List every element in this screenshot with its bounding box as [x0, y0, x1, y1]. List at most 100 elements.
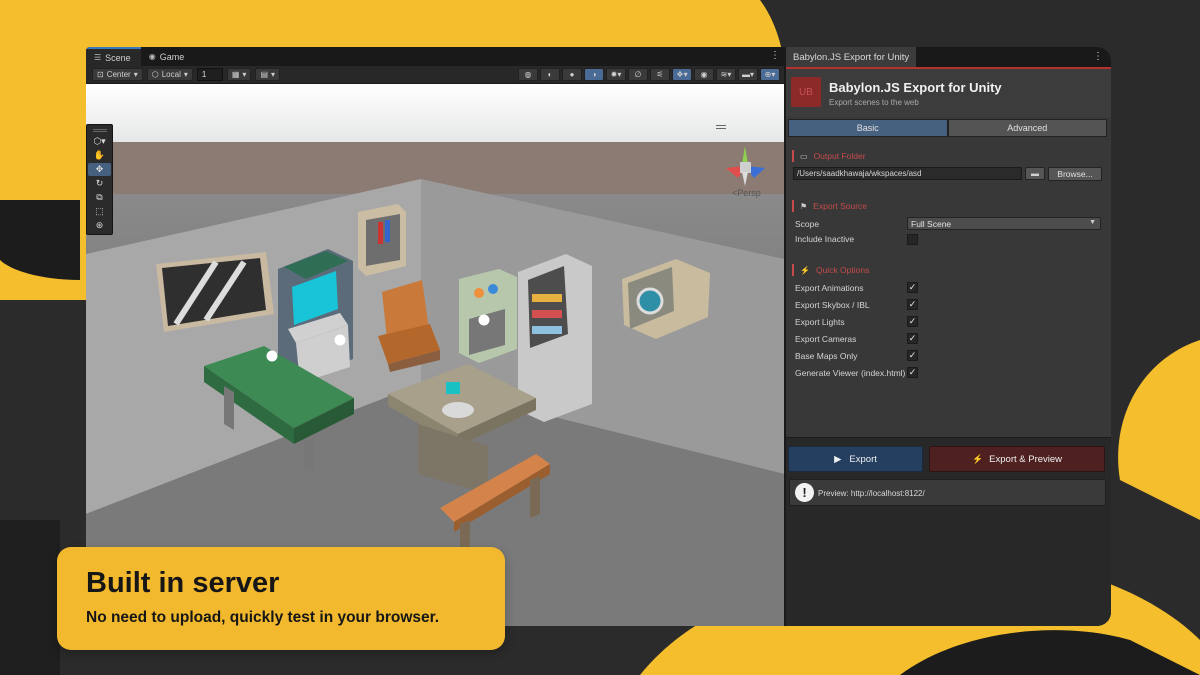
pivot-dropdown[interactable]: ⊡ Center ▾ [92, 68, 143, 81]
pivot-icon: ⊡ [97, 70, 104, 79]
effects-icon[interactable]: ❖▾ [672, 68, 692, 81]
hand-tool-icon[interactable]: ✋ [88, 149, 111, 162]
base-maps-only-checkbox[interactable]: ✓ [907, 350, 918, 361]
gamepad-icon: ◉ [148, 52, 156, 61]
camera-projection-label[interactable]: <Persp [732, 188, 761, 198]
lit-mode-icon[interactable]: ◑ [584, 68, 604, 81]
space-label: Local [161, 70, 181, 79]
tab-advanced[interactable]: Advanced [947, 119, 1107, 137]
scope-value: Full Scene [911, 218, 952, 229]
drag-handle-icon[interactable] [92, 129, 107, 132]
panel-header: UB Babylon.JS Export for Unity Export sc… [786, 69, 1111, 117]
move-tool-icon[interactable]: ✥ [88, 163, 111, 176]
overlay-menu-icon[interactable] [716, 125, 726, 129]
orientation-gizmo-icon[interactable] [718, 142, 776, 192]
export-button[interactable]: ▶ Export [788, 446, 923, 472]
option-label: Export Animations [795, 283, 864, 293]
section-export-source-title: Export Source [813, 201, 868, 211]
open-folder-button[interactable]: ▬ [1025, 167, 1045, 180]
visibility-icon[interactable]: ◉ [694, 68, 714, 81]
tab-scene[interactable]: ☰ Scene [86, 47, 141, 66]
section-export-source: ⚑ Export Source [792, 200, 867, 212]
folder-icon: ▭ [800, 151, 808, 161]
section-output-folder-title: Output Folder [813, 151, 866, 161]
shaded-mode-icon[interactable]: ● [562, 68, 582, 81]
export-preview-button[interactable]: ⚡ Export & Preview [929, 446, 1105, 472]
actions-area: ▶ Export ⚡ Export & Preview ! Preview: h… [786, 437, 1111, 626]
babylon-export-panel: Babylon.JS Export for Unity ⋮ UB Babylon… [786, 47, 1111, 626]
rotate-tool-icon[interactable]: ↻ [88, 177, 111, 190]
section-quick-options: ⚡ Quick Options [792, 264, 869, 276]
promo-caption: Built in server No need to upload, quick… [57, 547, 505, 650]
generate-viewer-checkbox[interactable]: ✓ [907, 367, 918, 378]
include-inactive-label: Include Inactive [795, 234, 855, 244]
caption-title: Built in server [86, 567, 280, 599]
view-options-toolbar: ◍ ◐ ● ◑ ✹▾ ∅ ⚟ ❖▾ ◉ ≋▾ ▬▾ ⊕▾ [518, 68, 780, 81]
export-cameras-checkbox[interactable]: ✓ [907, 333, 918, 344]
tool-palette: ⬡▾ ✋ ✥ ↻ ⧉ ⬚ ⊛ [86, 124, 113, 235]
tab-game[interactable]: ◉ Game [141, 47, 195, 66]
caption-subtitle: No need to upload, quickly test in your … [86, 609, 440, 626]
export-skybox-checkbox[interactable]: ✓ [907, 299, 918, 310]
option-label: Generate Viewer (index.html) [795, 368, 906, 378]
panel-tab-bar: Babylon.JS Export for Unity ⋮ [786, 47, 1111, 69]
panel-title: Babylon.JS Export for Unity [829, 80, 1002, 95]
grid-size-input[interactable]: 1 [196, 68, 223, 81]
section-quick-options-title: Quick Options [815, 265, 870, 275]
debug-draw-icon[interactable]: ✹▾ [606, 68, 626, 81]
chevron-down-icon: ▾ [271, 70, 276, 79]
grid-snap-button[interactable]: ▦ ▾ [226, 68, 252, 81]
increment-snap-button[interactable]: ▤ ▾ [255, 68, 281, 81]
grid-snap-icon: ▦ [231, 70, 240, 79]
increment-snap-icon: ▤ [260, 70, 268, 79]
2d-toggle-icon[interactable]: ∅ [628, 68, 648, 81]
pivot-label: Center [106, 70, 131, 79]
export-lights-checkbox[interactable]: ✓ [907, 316, 918, 327]
lighting-toggle-icon[interactable]: ⚟ [650, 68, 670, 81]
more-options-icon[interactable]: ⋮ [770, 50, 780, 61]
browse-button[interactable]: Browse... [1048, 167, 1102, 181]
space-dropdown[interactable]: ⬡ Local ▾ [146, 68, 193, 81]
scene-tab-bar: ☰ Scene ◉ Game ⋮ [86, 47, 784, 66]
bolt-icon: ⚡ [971, 453, 984, 464]
grid-icon: ☰ [94, 53, 102, 62]
bolt-icon: ⚡ [800, 265, 810, 275]
scale-tool-icon[interactable]: ⧉ [88, 191, 111, 204]
section-marker [792, 150, 794, 162]
bookshelf [358, 204, 406, 276]
tab-babylon-export[interactable]: Babylon.JS Export for Unity [786, 47, 917, 67]
panel-subtitle: Export scenes to the web [829, 98, 919, 107]
transform-tool-icon[interactable]: ⊛ [88, 219, 111, 232]
coffee-machine [459, 269, 517, 363]
export-button-label: Export [849, 453, 877, 465]
shaded-wireframe-icon[interactable]: ◐ [540, 68, 560, 81]
layers-icon[interactable]: ≋▾ [716, 68, 736, 81]
play-icon: ▶ [834, 453, 842, 465]
scene-viewport[interactable]: ⬡▾ ✋ ✥ ↻ ⧉ ⬚ ⊛ <Persp [86, 84, 784, 626]
option-label: Export Skybox / IBL [795, 300, 870, 310]
chevron-down-icon: ▾ [133, 70, 138, 79]
option-label: Export Cameras [795, 334, 857, 344]
chevron-down-icon: ▾ [242, 70, 247, 79]
more-options-icon[interactable]: ⋮ [1093, 51, 1103, 62]
section-output-folder: ▭ Output Folder [792, 150, 866, 162]
export-animations-checkbox[interactable]: ✓ [907, 282, 918, 293]
camera-settings-icon[interactable]: ▬▾ [738, 68, 758, 81]
unity-editor-window: ☰ Scene ◉ Game ⋮ ⊡ Center ▾ ⬡ Local ▾ 1 … [86, 47, 1111, 626]
wireframe-mode-icon[interactable]: ◍ [518, 68, 538, 81]
view-cube-icon[interactable]: ⬡▾ [88, 135, 111, 148]
folder-icon: ▬ [1031, 169, 1039, 178]
preview-notice: ! Preview: http://localhost:8122/ [789, 479, 1106, 506]
scene-toolbar: ⊡ Center ▾ ⬡ Local ▾ 1 ▦ ▾ ▤ ▾ ◍ ◐ ● ◑ ✹▾ … [86, 66, 784, 84]
tab-basic[interactable]: Basic [788, 119, 948, 137]
output-path-input[interactable]: /Users/saadkhawaja/wkspaces/asd [793, 167, 1022, 180]
section-marker [792, 264, 794, 276]
option-label: Export Lights [795, 317, 845, 327]
section-marker [792, 200, 794, 212]
include-inactive-checkbox[interactable] [907, 234, 918, 245]
rect-tool-icon[interactable]: ⬚ [88, 205, 111, 218]
scene-icon: ⚑ [800, 201, 808, 211]
scope-dropdown[interactable]: Full Scene ▼ [907, 217, 1101, 230]
mode-tabs: Basic Advanced [788, 119, 1107, 137]
gizmos-icon[interactable]: ⊕▾ [760, 68, 780, 81]
